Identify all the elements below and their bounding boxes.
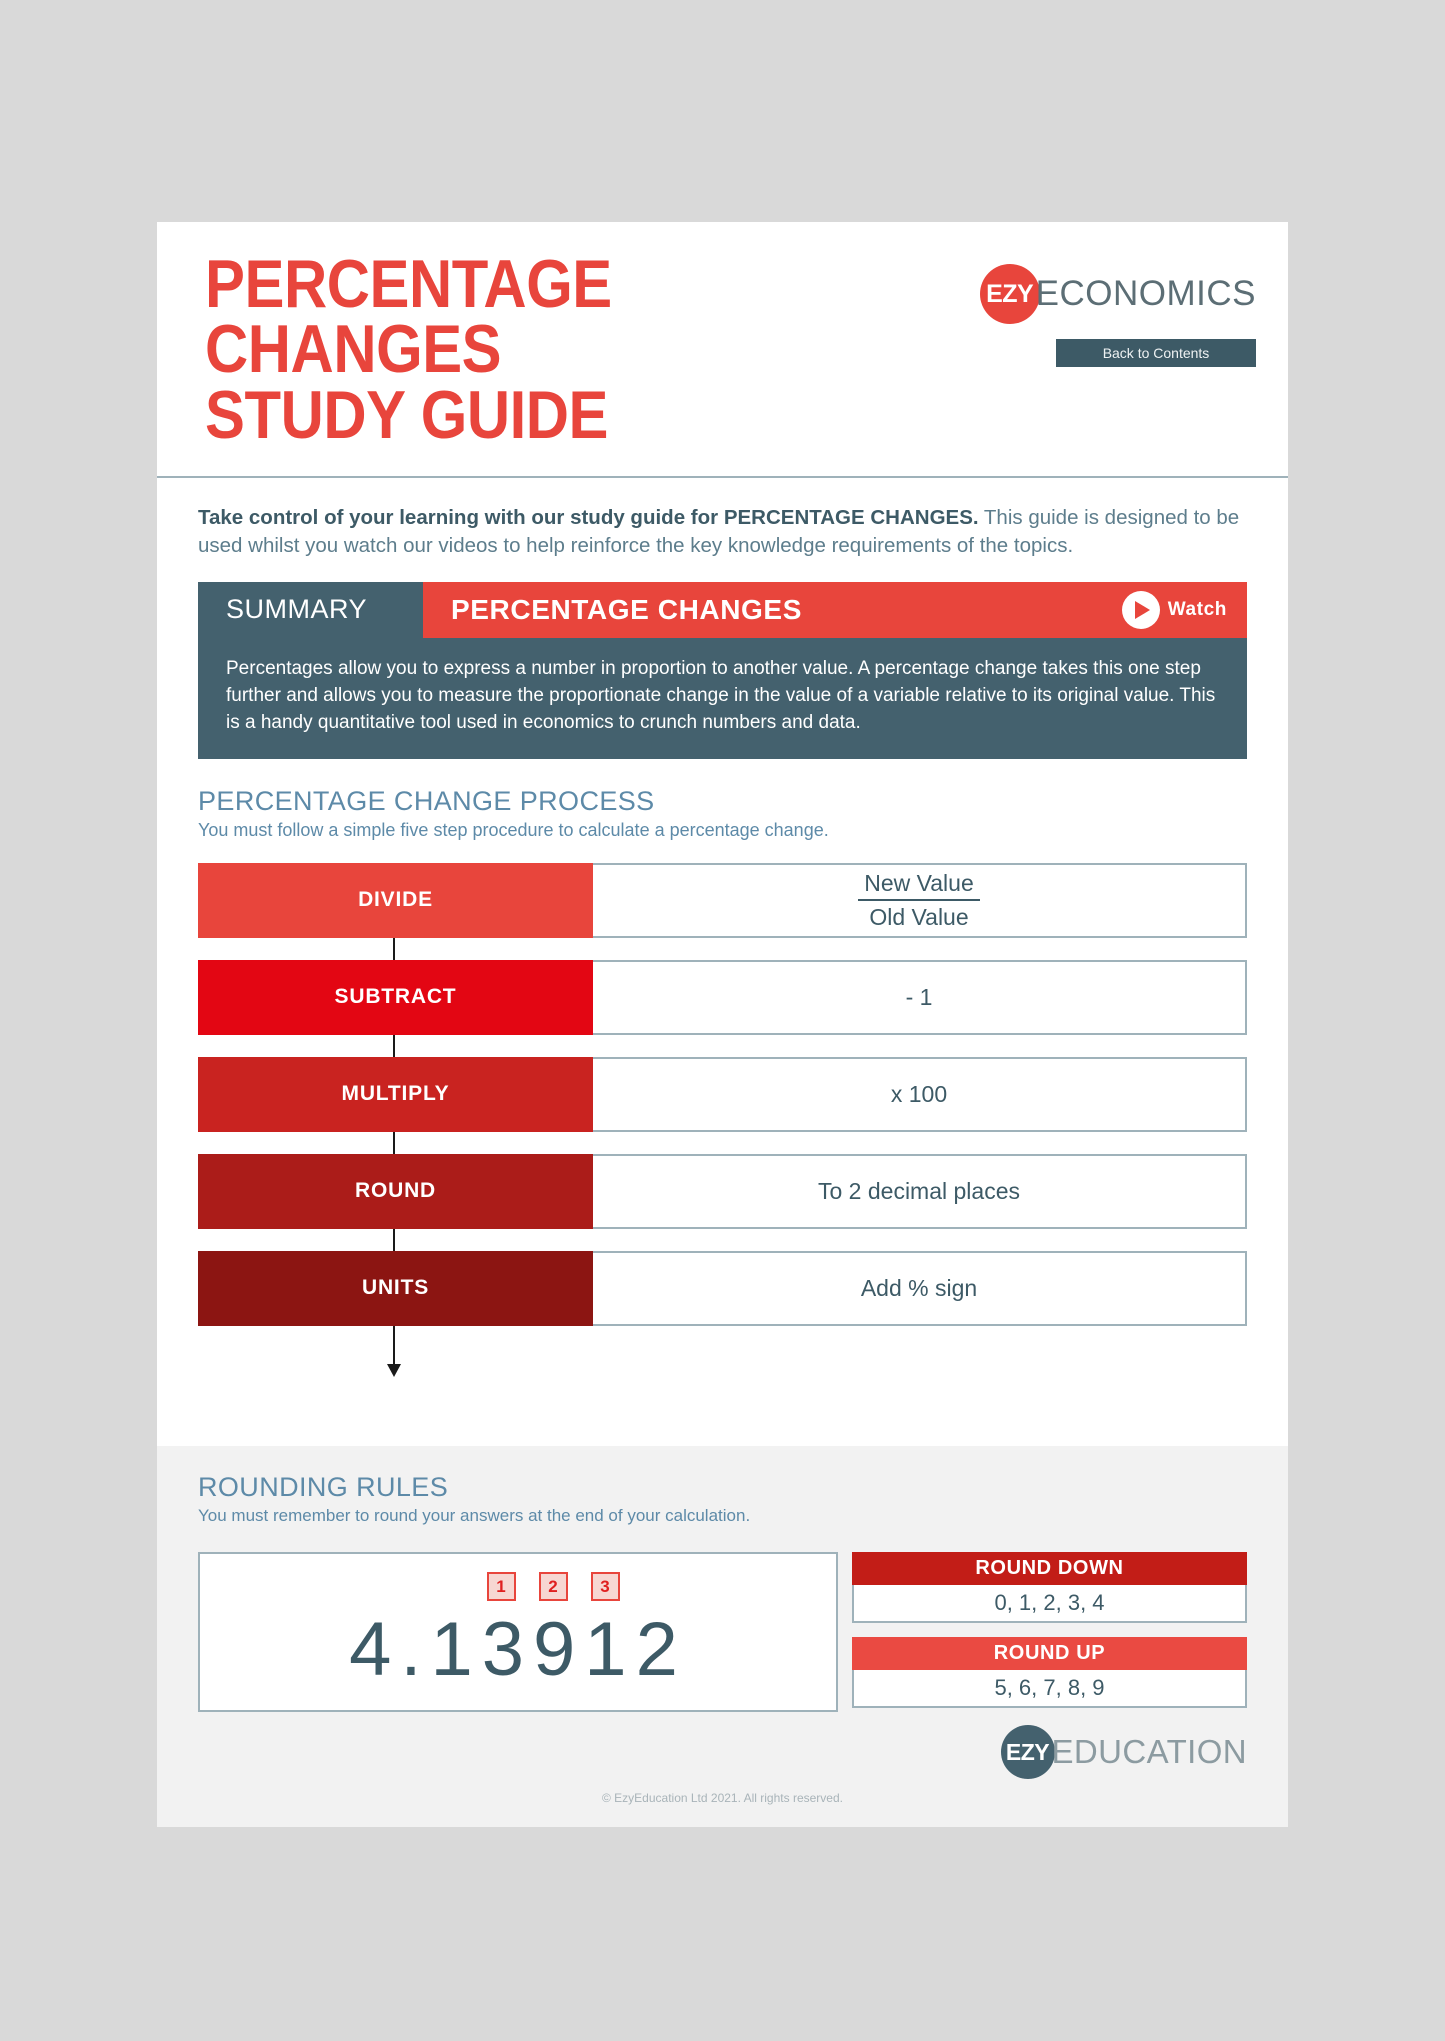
watch-label: Watch bbox=[1167, 598, 1227, 620]
ezy-logo-mark: EZY bbox=[979, 264, 1040, 324]
step-connector bbox=[393, 1131, 395, 1154]
example-number-box: 1 2 3 4.13912 bbox=[198, 1552, 838, 1712]
step-label-multiply: MULTIPLY bbox=[198, 1056, 593, 1132]
step-label-units: UNITS bbox=[198, 1250, 593, 1326]
page-title: PERCENTAGE CHANGES STUDY GUIDE bbox=[205, 246, 612, 453]
play-icon bbox=[1121, 590, 1160, 629]
fraction-numerator: New Value bbox=[858, 870, 980, 901]
summary-topic-label: PERCENTAGE CHANGES bbox=[451, 593, 802, 625]
ezy-economics-logo: EZY ECONOMICS bbox=[979, 264, 1256, 324]
fraction-denominator: Old Value bbox=[869, 903, 969, 930]
step-connector bbox=[393, 1034, 395, 1057]
marker-1: 1 bbox=[486, 1572, 516, 1601]
page-body: Take control of your learning with our s… bbox=[157, 504, 1288, 1377]
step-value-units: Add % sign bbox=[593, 1250, 1247, 1326]
round-up-values: 5, 6, 7, 8, 9 bbox=[852, 1670, 1247, 1708]
ezy-footer-logo-mark: EZY bbox=[1000, 1725, 1055, 1779]
process-heading: PERCENTAGE CHANGE PROCESS bbox=[198, 785, 655, 816]
rounding-rules-table: ROUND DOWN 0, 1, 2, 3, 4 ROUND UP 5, 6, … bbox=[852, 1552, 1247, 1708]
watch-video-button[interactable]: Watch bbox=[1121, 590, 1227, 629]
summary-text: Percentages allow you to express a numbe… bbox=[198, 637, 1247, 759]
fraction-new-over-old: New Value Old Value bbox=[858, 870, 980, 930]
marker-2: 2 bbox=[538, 1572, 568, 1601]
step-row: MULTIPLY x 100 bbox=[198, 1056, 1247, 1154]
intro-paragraph: Take control of your learning with our s… bbox=[198, 504, 1247, 560]
step-value-round: To 2 decimal places bbox=[593, 1153, 1247, 1229]
summary-topic-bar: PERCENTAGE CHANGES Watch bbox=[423, 581, 1247, 638]
round-up-header: ROUND UP bbox=[852, 1637, 1247, 1670]
step-row: DIVIDE New Value Old Value bbox=[198, 862, 1247, 960]
decimal-place-markers: 1 2 3 bbox=[200, 1572, 836, 1601]
step-value-divide: New Value Old Value bbox=[593, 862, 1247, 938]
round-down-values: 0, 1, 2, 3, 4 bbox=[852, 1585, 1247, 1623]
process-subheading: You must follow a simple five step proce… bbox=[198, 819, 829, 840]
marker-3: 3 bbox=[590, 1572, 620, 1601]
ezy-education-logo: EZY EDUCATION bbox=[1000, 1725, 1248, 1779]
flow-arrow-head-icon bbox=[387, 1363, 401, 1377]
study-guide-page: PERCENTAGE CHANGES STUDY GUIDE EZY ECONO… bbox=[157, 222, 1288, 1827]
process-steps: DIVIDE New Value Old Value SUBTRACT - 1 … bbox=[198, 862, 1247, 1377]
step-row: ROUND To 2 decimal places bbox=[198, 1153, 1247, 1251]
step-row: UNITS Add % sign bbox=[198, 1250, 1247, 1377]
summary-tab-label: SUMMARY bbox=[198, 581, 423, 638]
step-value-multiply: x 100 bbox=[593, 1056, 1247, 1132]
step-label-round: ROUND bbox=[198, 1153, 593, 1229]
header-divider bbox=[157, 476, 1288, 478]
rounding-rules-row: 1 2 3 4.13912 ROUND DOWN 0, 1, 2, 3, 4 R… bbox=[198, 1552, 1247, 1712]
summary-bar: SUMMARY PERCENTAGE CHANGES Watch bbox=[198, 581, 1247, 638]
summary-block: SUMMARY PERCENTAGE CHANGES Watch Percent… bbox=[198, 581, 1247, 759]
ezy-logo-word: ECONOMICS bbox=[1035, 274, 1256, 313]
rounding-subheading: You must remember to round your answers … bbox=[198, 1506, 751, 1525]
ezy-footer-logo-word: EDUCATION bbox=[1051, 1733, 1247, 1770]
step-row: SUBTRACT - 1 bbox=[198, 959, 1247, 1057]
page-header: PERCENTAGE CHANGES STUDY GUIDE EZY ECONO… bbox=[157, 222, 1288, 478]
back-to-contents-button[interactable]: Back to Contents bbox=[1056, 339, 1256, 367]
round-down-header: ROUND DOWN bbox=[852, 1552, 1247, 1585]
step-value-subtract: - 1 bbox=[593, 959, 1247, 1035]
rounding-heading: ROUNDING RULES bbox=[198, 1472, 449, 1502]
copyright-text: © EzyEducation Ltd 2021. All rights rese… bbox=[602, 1791, 843, 1805]
step-label-divide: DIVIDE bbox=[198, 862, 593, 938]
rounding-rules-section: ROUNDING RULES You must remember to roun… bbox=[157, 1446, 1288, 1827]
flow-arrow-stem bbox=[393, 1325, 395, 1368]
step-label-subtract: SUBTRACT bbox=[198, 959, 593, 1035]
step-connector bbox=[393, 1228, 395, 1251]
page-footer: EZY EDUCATION © EzyEducation Ltd 2021. A… bbox=[157, 1717, 1288, 1827]
example-number: 4.13912 bbox=[349, 1607, 687, 1692]
step-connector bbox=[393, 937, 395, 960]
intro-bold-text: Take control of your learning with our s… bbox=[198, 506, 979, 529]
